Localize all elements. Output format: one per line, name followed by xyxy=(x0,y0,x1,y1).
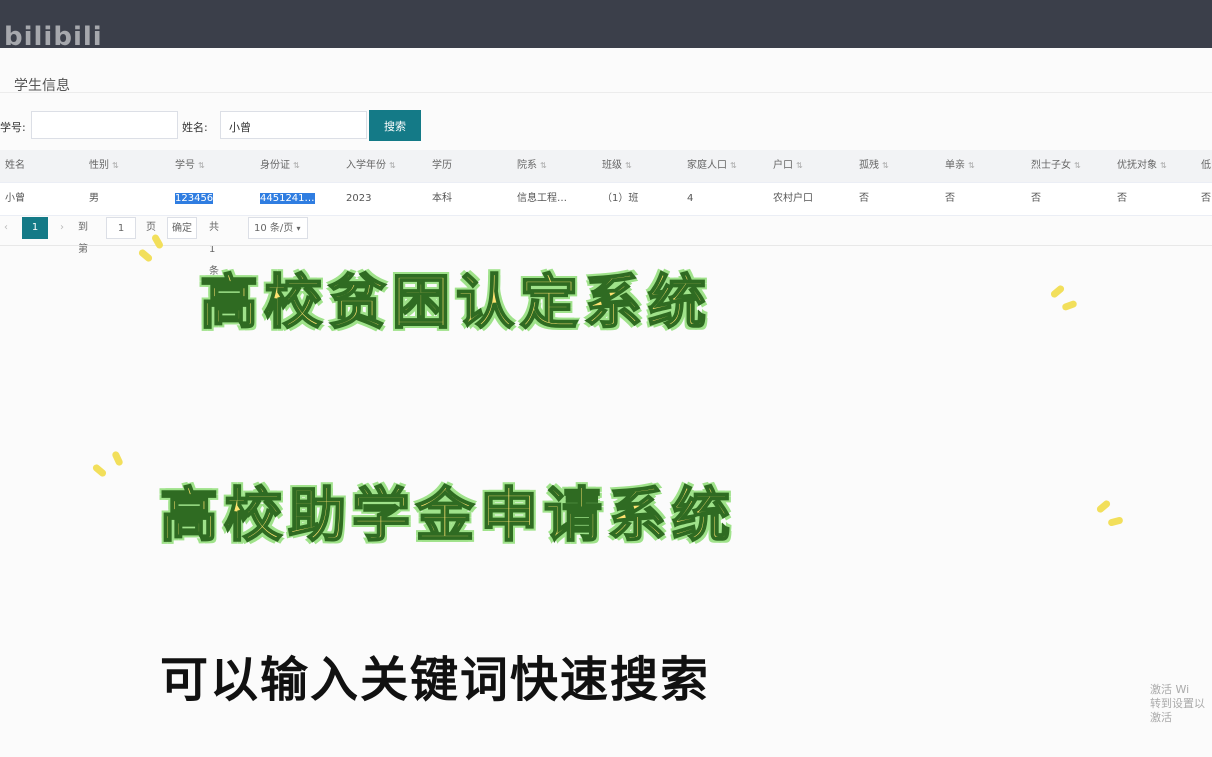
total-count: 共 1 条 xyxy=(209,222,219,277)
sort-icon[interactable]: ⇅ xyxy=(1074,161,1081,170)
col-header-gender[interactable]: 性别 ⇅ xyxy=(84,150,170,182)
cell-id-card: 4451241… xyxy=(255,183,341,215)
col-header-label: 优抚对象 xyxy=(1117,160,1157,171)
sort-icon[interactable]: ⇅ xyxy=(540,161,547,170)
cell-value: （1）班 xyxy=(602,193,639,204)
cell-orphan: 否 xyxy=(854,183,940,215)
subtitle-caption: 可以输入关键词快速搜索 xyxy=(160,652,711,708)
col-header-label: 单亲 xyxy=(945,160,965,171)
col-header-label: 身份证 xyxy=(260,160,290,171)
col-header-family-size[interactable]: 家庭人口 ⇅ xyxy=(682,150,768,182)
cell-value: 4 xyxy=(687,193,694,204)
col-header-label: 低 xyxy=(1201,160,1211,171)
sort-icon[interactable]: ⇅ xyxy=(625,161,632,170)
cell-value: 2023 xyxy=(346,193,372,204)
col-header-care-target[interactable]: 优抚对象 ⇅ xyxy=(1112,150,1196,182)
cell-value: 男 xyxy=(89,193,99,204)
activation-line-2: 转到设置以激活 xyxy=(1150,697,1205,724)
cell-name: 小曾 xyxy=(0,183,84,215)
title-grant-system: 高校助学金申请系统 xyxy=(159,480,737,550)
cell-family-size: 4 xyxy=(682,183,768,215)
sort-icon[interactable]: ⇅ xyxy=(730,161,737,170)
cell-value: 123456 xyxy=(175,193,214,204)
cell-single-parent: 否 xyxy=(940,183,1026,215)
table-header-row: 姓名 性别 ⇅ 学号 ⇅ 身份证 ⇅ 入学年份 ⇅ 学历 院系 ⇅ 班级 ⇅ 家庭人口 ⇅ 户口 ⇅ 孤残 ⇅ 单亲 ⇅ 烈… xyxy=(0,150,1212,183)
sort-icon[interactable]: ⇅ xyxy=(293,161,300,170)
col-header-label: 学号 xyxy=(175,160,195,171)
col-header-label: 性别 xyxy=(89,160,109,171)
cell-value: 否 xyxy=(1201,193,1211,204)
name-input[interactable]: 小曾 xyxy=(220,111,367,139)
col-header-label: 姓名 xyxy=(5,160,25,171)
name-label: 姓名: xyxy=(182,121,208,134)
title-poverty-system: 高校贫困认定系统 xyxy=(199,267,713,337)
cell-value: 小曾 xyxy=(5,193,25,204)
col-header-name[interactable]: 姓名 xyxy=(0,150,84,182)
cell-class: （1）班 xyxy=(597,183,682,215)
cell-value: 否 xyxy=(859,193,869,204)
col-header-enroll-year[interactable]: 入学年份 ⇅ xyxy=(341,150,427,182)
col-header-label: 烈士子女 xyxy=(1031,160,1071,171)
next-page-icon[interactable]: › xyxy=(60,217,64,239)
student-id-label: 学号: xyxy=(0,121,26,134)
cell-household: 农村户口 xyxy=(768,183,854,215)
col-header-department[interactable]: 院系 ⇅ xyxy=(512,150,597,182)
col-header-label: 孤残 xyxy=(859,160,879,171)
cell-value: 本科 xyxy=(432,193,452,204)
col-header-label: 班级 xyxy=(602,160,622,171)
student-id-input[interactable] xyxy=(31,111,178,139)
cell-martyr-child: 否 xyxy=(1026,183,1112,215)
student-table: 姓名 性别 ⇅ 学号 ⇅ 身份证 ⇅ 入学年份 ⇅ 学历 院系 ⇅ 班级 ⇅ 家庭人口 ⇅ 户口 ⇅ 孤残 ⇅ 单亲 ⇅ 烈… xyxy=(0,150,1212,216)
search-button[interactable]: 搜索 xyxy=(369,110,421,141)
cell-value: 否 xyxy=(1117,193,1127,204)
col-header-low-income[interactable]: 低 xyxy=(1196,150,1212,182)
col-header-single-parent[interactable]: 单亲 ⇅ xyxy=(940,150,1026,182)
title-divider xyxy=(0,92,1212,93)
col-header-martyr-child[interactable]: 烈士子女 ⇅ xyxy=(1026,150,1112,182)
col-header-orphan[interactable]: 孤残 ⇅ xyxy=(854,150,940,182)
col-header-label: 学历 xyxy=(432,160,452,171)
sort-icon[interactable]: ⇅ xyxy=(1160,161,1167,170)
cell-enroll-year: 2023 xyxy=(341,183,427,215)
col-header-label: 入学年份 xyxy=(346,160,386,171)
cell-gender: 男 xyxy=(84,183,170,215)
cell-care-target: 否 xyxy=(1112,183,1196,215)
col-header-household[interactable]: 户口 ⇅ xyxy=(768,150,854,182)
activation-line-1: 激活 Wi xyxy=(1150,683,1190,696)
col-header-id-card[interactable]: 身份证 ⇅ xyxy=(255,150,341,182)
sort-icon[interactable]: ⇅ xyxy=(198,161,205,170)
col-header-label: 户口 xyxy=(773,160,793,171)
cell-low-income: 否 xyxy=(1196,183,1212,215)
cell-student-id: 123456 xyxy=(170,183,255,215)
col-header-student-id[interactable]: 学号 ⇅ xyxy=(170,150,255,182)
cell-value: 农村户口 xyxy=(773,193,813,204)
page-1-button[interactable]: 1 xyxy=(22,217,48,239)
sort-icon[interactable]: ⇅ xyxy=(389,161,396,170)
page-size-select[interactable]: 10 条/页 ▾ xyxy=(248,217,308,239)
sort-icon[interactable]: ⇅ xyxy=(882,161,889,170)
goto-label: 到第 xyxy=(78,222,88,255)
chevron-down-icon: ▾ xyxy=(296,224,301,233)
col-header-label: 院系 xyxy=(517,160,537,171)
col-header-label: 家庭人口 xyxy=(687,160,727,171)
section-divider xyxy=(0,245,1212,246)
page-size-value: 10 条/页 xyxy=(254,223,294,234)
cell-value: 信息工程… xyxy=(517,193,567,204)
sort-icon[interactable]: ⇅ xyxy=(968,161,975,170)
top-bar: bilibili xyxy=(0,0,1212,52)
cell-department: 信息工程… xyxy=(512,183,597,215)
activation-watermark: 激活 Wi 转到设置以激活 xyxy=(1150,683,1212,725)
goto-confirm-button[interactable]: 确定 xyxy=(167,217,197,239)
goto-page-input[interactable]: 1 xyxy=(106,217,136,239)
cell-degree: 本科 xyxy=(427,183,512,215)
cell-value: 否 xyxy=(1031,193,1041,204)
cell-value: 4451241… xyxy=(260,193,315,204)
sort-icon[interactable]: ⇅ xyxy=(796,161,803,170)
col-header-class[interactable]: 班级 ⇅ xyxy=(597,150,682,182)
prev-page-icon[interactable]: ‹ xyxy=(4,217,8,239)
cell-value: 否 xyxy=(945,193,955,204)
table-row[interactable]: 小曾 男 123456 4451241… 2023 本科 信息工程… （1）班 4 农村户口 否 否 否… xyxy=(0,183,1212,216)
sort-icon[interactable]: ⇅ xyxy=(112,161,119,170)
col-header-degree[interactable]: 学历 xyxy=(427,150,512,182)
